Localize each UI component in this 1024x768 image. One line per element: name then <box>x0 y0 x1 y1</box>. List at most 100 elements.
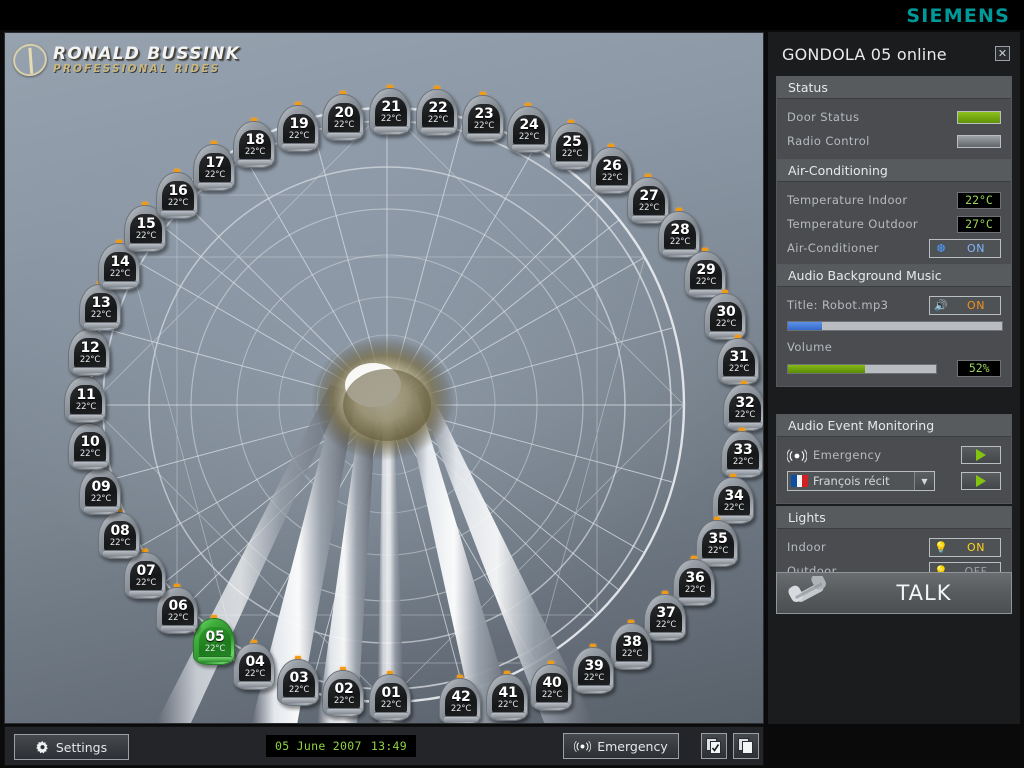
gondola-temperature: 22°C <box>110 539 130 548</box>
gondola-marker-19[interactable]: 1922°C <box>277 101 319 153</box>
gondola-body: 2022°C <box>322 94 364 141</box>
gondola-skirt <box>577 685 611 691</box>
gondola-marker-02[interactable]: 0222°C <box>322 666 364 718</box>
gondola-screen: 2022°C <box>328 103 360 133</box>
gondola-temperature: 22°C <box>622 650 642 659</box>
gondola-skirt <box>103 281 137 287</box>
music-toggle[interactable]: 🔊 ON <box>929 296 1001 315</box>
settings-button[interactable]: Settings <box>14 734 129 760</box>
gondola-marker-25[interactable]: 2522°C <box>550 119 592 171</box>
gondola-marker-11[interactable]: 1122°C <box>64 372 106 424</box>
gondola-marker-17[interactable]: 1722°C <box>193 140 235 192</box>
gondola-marker-20[interactable]: 2022°C <box>322 90 364 142</box>
gondola-body: 3122°C <box>717 338 759 385</box>
light-indoor-toggle[interactable]: 💡 ON <box>929 538 1001 557</box>
gondola-temperature: 22°C <box>670 238 690 247</box>
chevron-down-icon[interactable]: ▼ <box>914 472 934 490</box>
radio-control-label: Radio Control <box>787 134 957 148</box>
gondola-marker-32[interactable]: 3222°C <box>723 380 764 432</box>
logo-mark-icon <box>9 40 51 81</box>
gondola-marker-40[interactable]: 4022°C <box>530 660 572 712</box>
gondola-temperature: 22°C <box>498 701 518 710</box>
gondola-marker-24[interactable]: 2422°C <box>507 102 549 154</box>
gondola-marker-01[interactable]: 0122°C <box>369 670 411 722</box>
gondola-number: 16 <box>169 184 188 198</box>
door-status-row: Door Status <box>787 106 1001 128</box>
gondola-skirt <box>129 243 163 249</box>
settings-label: Settings <box>56 740 107 755</box>
ferris-wheel-viewport[interactable]: RONALD BUSSINK PROFESSIONAL RIDES 0122°C… <box>4 32 764 724</box>
gondola-marker-31[interactable]: 3122°C <box>717 334 759 386</box>
gondola-temperature: 22°C <box>584 674 604 683</box>
gondola-temperature: 22°C <box>289 132 309 141</box>
gondola-marker-21[interactable]: 2122°C <box>369 84 411 136</box>
air-conditioner-toggle[interactable]: ❆ ON <box>929 239 1001 258</box>
gondola-temperature: 22°C <box>80 356 100 365</box>
gondola-number: 41 <box>499 686 518 700</box>
gondola-body: 0422°C <box>233 643 275 690</box>
gondola-screen: 2422°C <box>513 115 545 145</box>
gondola-marker-26[interactable]: 2622°C <box>590 143 632 195</box>
gondola-temperature: 22°C <box>334 121 354 130</box>
gondola-screen: 2922°C <box>690 260 722 290</box>
play-emergency-button[interactable] <box>961 446 1001 464</box>
close-icon[interactable]: ✕ <box>995 46 1010 61</box>
gondola-screen: 0322°C <box>283 668 315 698</box>
gondola-marker-05[interactable]: 0522°C <box>193 614 235 666</box>
gondola-marker-42[interactable]: 4222°C <box>439 674 481 724</box>
gondola-screen: 1322°C <box>85 293 117 323</box>
gondola-temperature: 22°C <box>136 232 156 241</box>
gondola-marker-03[interactable]: 0322°C <box>277 655 319 707</box>
gondola-skirt <box>73 367 107 373</box>
time-value: 13:49 <box>371 739 407 753</box>
gondola-marker-04[interactable]: 0422°C <box>233 639 275 691</box>
gondola-number: 17 <box>206 156 225 170</box>
gondola-marker-22[interactable]: 2222°C <box>416 85 458 137</box>
talk-button[interactable]: TALK <box>776 572 1012 614</box>
gondola-screen: 2322°C <box>468 104 500 134</box>
air-conditioner-state: ON <box>952 242 1000 255</box>
gondola-body: 3822°C <box>610 623 652 670</box>
gondola-number: 04 <box>246 655 265 669</box>
gondola-number: 27 <box>640 189 659 203</box>
emergency-button[interactable]: Emergency <box>563 733 679 759</box>
gondola-marker-09[interactable]: 0922°C <box>79 464 121 516</box>
gondola-number: 11 <box>77 388 96 402</box>
gondola-screen: 0222°C <box>328 679 360 709</box>
gondola-marker-41[interactable]: 4122°C <box>486 670 528 722</box>
gondola-skirt <box>595 185 629 191</box>
gondola-screen: 2822°C <box>664 220 696 250</box>
gondola-body: 0922°C <box>79 468 121 515</box>
gondola-number: 01 <box>382 686 401 700</box>
gondola-marker-12[interactable]: 1222°C <box>68 325 110 377</box>
gondola-marker-18[interactable]: 1822°C <box>233 117 275 169</box>
gondola-number: 32 <box>736 396 755 410</box>
gondola-marker-23[interactable]: 2322°C <box>462 91 504 143</box>
gondola-screen: 2222°C <box>422 98 454 128</box>
volume-slider[interactable] <box>787 364 937 374</box>
gondola-detail-panel: GONDOLA 05 online ✕ Status Door Status R… <box>768 32 1020 724</box>
siren-icon <box>787 448 807 462</box>
track-progress-bar[interactable] <box>787 321 1003 331</box>
gondola-marker-33[interactable]: 3322°C <box>721 427 763 479</box>
logo-line-2: PROFESSIONAL RIDES <box>53 63 220 75</box>
gondola-marker-10[interactable]: 1022°C <box>68 419 110 471</box>
windows-checked-icon[interactable] <box>701 733 727 759</box>
gondola-screen: 4022°C <box>536 673 568 703</box>
gondola-marker-39[interactable]: 3922°C <box>572 643 614 695</box>
gondola-skirt <box>103 550 137 556</box>
gondola-screen: 1622°C <box>162 181 194 211</box>
gondola-temperature: 22°C <box>519 133 539 142</box>
windows-stack-icon[interactable] <box>733 733 759 759</box>
datetime-display: 05 June 2007 13:49 <box>266 735 416 757</box>
gondola-marker-16[interactable]: 1622°C <box>156 168 198 220</box>
gondola-marker-38[interactable]: 3822°C <box>610 619 652 671</box>
panel-title: GONDOLA 05 online <box>782 45 947 64</box>
audio-events-header: Audio Event Monitoring <box>777 415 1011 437</box>
gondola-screen: 2122°C <box>375 97 407 127</box>
gondola-body: 2222°C <box>416 89 458 136</box>
language-select[interactable]: François récit ▼ <box>787 471 935 491</box>
gondola-body: 1622°C <box>156 172 198 219</box>
gondola-temperature: 22°C <box>733 458 753 467</box>
play-language-button[interactable] <box>961 472 1001 490</box>
